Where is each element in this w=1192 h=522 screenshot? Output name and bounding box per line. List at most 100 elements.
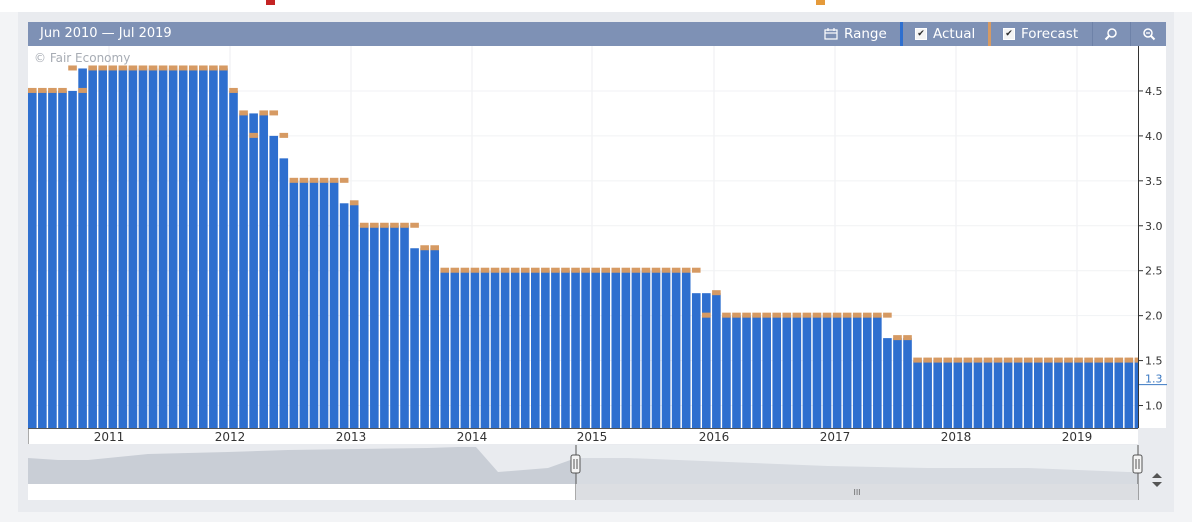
actual-bar[interactable] — [108, 68, 118, 428]
forecast-marker[interactable] — [158, 65, 168, 71]
actual-bar[interactable] — [772, 315, 782, 428]
forecast-marker[interactable] — [178, 65, 188, 71]
forecast-marker[interactable] — [782, 312, 792, 318]
forecast-marker[interactable] — [470, 267, 480, 273]
actual-bar[interactable] — [219, 68, 228, 428]
actual-bar[interactable] — [359, 225, 369, 428]
actual-bar[interactable] — [691, 293, 701, 428]
forecast-marker[interactable] — [913, 357, 922, 363]
actual-bar[interactable] — [259, 113, 268, 428]
actual-bar[interactable] — [168, 68, 178, 428]
actual-bar[interactable] — [571, 270, 580, 428]
forecast-marker[interactable] — [1013, 357, 1023, 363]
actual-bar[interactable] — [38, 90, 47, 428]
forecast-marker[interactable] — [571, 267, 580, 273]
forecast-marker[interactable] — [792, 312, 802, 318]
forecast-marker[interactable] — [1074, 357, 1083, 363]
forecast-marker[interactable] — [601, 267, 611, 273]
forecast-marker[interactable] — [531, 267, 540, 273]
actual-bar[interactable] — [993, 360, 1003, 428]
zoom-in-button[interactable] — [1092, 22, 1128, 46]
actual-bar[interactable] — [510, 270, 520, 428]
actual-bar[interactable] — [118, 68, 128, 428]
forecast-marker[interactable] — [249, 132, 258, 138]
actual-bar[interactable] — [541, 270, 550, 428]
forecast-marker[interactable] — [732, 312, 741, 318]
actual-bar[interactable] — [299, 180, 309, 428]
actual-bar[interactable] — [249, 113, 258, 428]
range-handle-right[interactable] — [1132, 454, 1143, 474]
forecast-marker[interactable] — [48, 87, 57, 93]
actual-bar[interactable] — [269, 135, 279, 428]
forecast-marker[interactable] — [1114, 357, 1124, 363]
actual-bar[interactable] — [631, 270, 641, 428]
actual-bar[interactable] — [983, 360, 993, 428]
forecast-marker[interactable] — [339, 177, 349, 183]
forecast-marker[interactable] — [611, 267, 621, 273]
forecast-marker[interactable] — [722, 312, 731, 318]
actual-bar[interactable] — [953, 360, 963, 428]
forecast-marker[interactable] — [812, 312, 822, 318]
actual-bar[interactable] — [58, 90, 67, 428]
forecast-marker[interactable] — [450, 267, 460, 273]
actual-bar[interactable] — [963, 360, 973, 428]
actual-bar[interactable] — [48, 90, 57, 428]
forecast-marker[interactable] — [852, 312, 862, 318]
forecast-marker[interactable] — [963, 357, 973, 363]
actual-bar[interactable] — [88, 68, 97, 428]
actual-bar[interactable] — [98, 68, 108, 428]
actual-bar[interactable] — [883, 338, 892, 428]
actual-bar[interactable] — [1094, 360, 1103, 428]
forecast-marker[interactable] — [691, 267, 701, 273]
actual-bar[interactable] — [309, 180, 319, 428]
actual-bar[interactable] — [852, 315, 862, 428]
actual-bar[interactable] — [862, 315, 872, 428]
actual-bar[interactable] — [400, 225, 409, 428]
actual-bar[interactable] — [812, 315, 822, 428]
forecast-marker[interactable] — [752, 312, 761, 318]
forecast-marker[interactable] — [309, 177, 319, 183]
actual-bar[interactable] — [782, 315, 792, 428]
actual-bar[interactable] — [893, 338, 902, 428]
forecast-marker[interactable] — [28, 87, 37, 93]
forecast-marker[interactable] — [651, 267, 661, 273]
actual-bar[interactable] — [621, 270, 631, 428]
actual-bar[interactable] — [229, 90, 238, 428]
range-button[interactable]: Range — [816, 22, 896, 46]
forecast-marker[interactable] — [953, 357, 963, 363]
forecast-marker[interactable] — [229, 87, 238, 93]
forecast-marker[interactable] — [832, 312, 842, 318]
actual-bar[interactable] — [480, 270, 490, 428]
actual-bar[interactable] — [903, 338, 912, 428]
forecast-marker[interactable] — [1054, 357, 1063, 363]
actual-bar[interactable] — [581, 270, 590, 428]
forecast-marker[interactable] — [329, 177, 339, 183]
forecast-marker[interactable] — [440, 267, 450, 273]
forecast-marker[interactable] — [510, 267, 520, 273]
actual-bar[interactable] — [732, 315, 741, 428]
forecast-marker[interactable] — [561, 267, 570, 273]
forecast-marker[interactable] — [802, 312, 812, 318]
actual-bar[interactable] — [178, 68, 188, 428]
forecast-marker[interactable] — [702, 312, 711, 318]
actual-bar[interactable] — [1044, 360, 1053, 428]
forecast-marker[interactable] — [359, 222, 369, 228]
actual-bar[interactable] — [1084, 360, 1093, 428]
forecast-marker[interactable] — [1003, 357, 1013, 363]
actual-bar[interactable] — [460, 270, 470, 428]
actual-bar[interactable] — [842, 315, 852, 428]
actual-bar[interactable] — [712, 293, 721, 428]
actual-bar[interactable] — [681, 270, 691, 428]
forecast-marker[interactable] — [410, 222, 419, 228]
actual-bar[interactable] — [792, 315, 802, 428]
actual-bar[interactable] — [1023, 360, 1033, 428]
actual-bar[interactable] — [390, 225, 399, 428]
forecast-marker[interactable] — [842, 312, 852, 318]
actual-bar[interactable] — [68, 90, 77, 428]
forecast-marker[interactable] — [1044, 357, 1053, 363]
forecast-marker[interactable] — [138, 65, 148, 71]
actual-bar[interactable] — [78, 68, 87, 428]
actual-bar[interactable] — [289, 180, 299, 428]
forecast-marker[interactable] — [671, 267, 681, 273]
actual-bar[interactable] — [923, 360, 932, 428]
